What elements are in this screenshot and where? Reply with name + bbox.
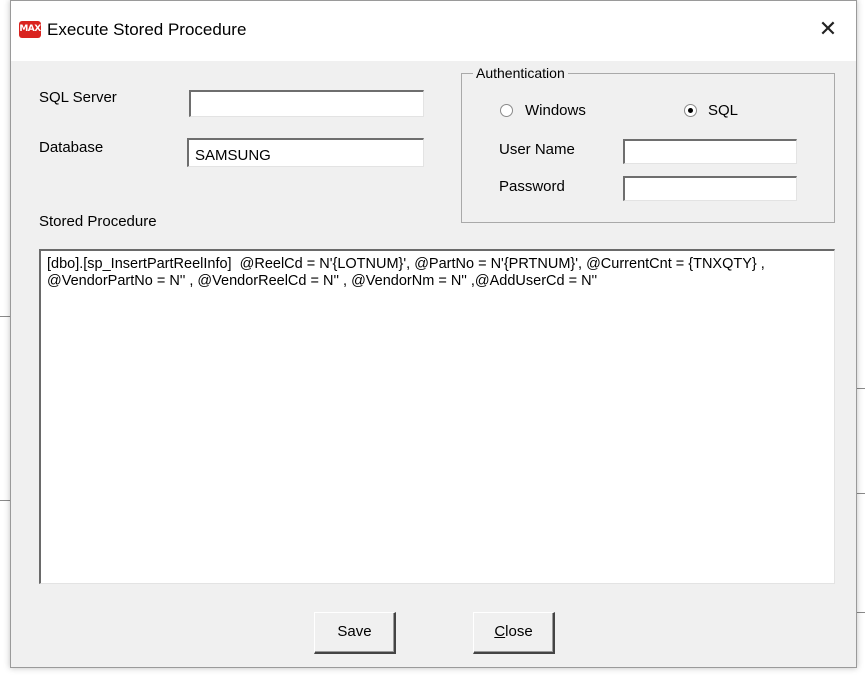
title-bar[interactable]: MAX Execute Stored Procedure ✕ [11,1,856,61]
username-input[interactable] [623,139,797,164]
close-button[interactable]: Close [473,612,555,654]
background-line [0,500,10,501]
background-line [0,316,10,317]
background-line [857,388,865,389]
sql-server-label: SQL Server [39,89,117,106]
execute-stored-procedure-dialog: MAX Execute Stored Procedure ✕ SQL Serve… [10,0,857,668]
sql-radio-label[interactable]: SQL [708,102,738,119]
sql-server-input[interactable] [189,90,424,117]
windows-radio[interactable] [500,104,513,117]
authentication-group-label: Authentication [473,65,568,81]
app-logo-icon: MAX [19,21,41,38]
stored-procedure-textarea[interactable]: [dbo].[sp_InsertPartReelInfo] @ReelCd = … [39,249,835,584]
stored-procedure-label: Stored Procedure [39,213,157,230]
close-icon[interactable]: ✕ [811,13,845,47]
close-button-mnemonic: C [494,623,506,640]
password-label: Password [499,178,565,195]
windows-radio-label[interactable]: Windows [525,102,586,119]
background-line [857,612,865,613]
save-button[interactable]: Save [314,612,396,654]
close-button-label: lose [505,623,533,640]
database-input[interactable] [187,138,424,167]
sql-radio[interactable] [684,104,697,117]
password-input[interactable] [623,176,797,201]
username-label: User Name [499,141,575,158]
background-line [857,493,865,494]
database-label: Database [39,139,104,156]
window-title: Execute Stored Procedure [47,20,247,39]
sql-radio-selected-dot [688,108,693,113]
